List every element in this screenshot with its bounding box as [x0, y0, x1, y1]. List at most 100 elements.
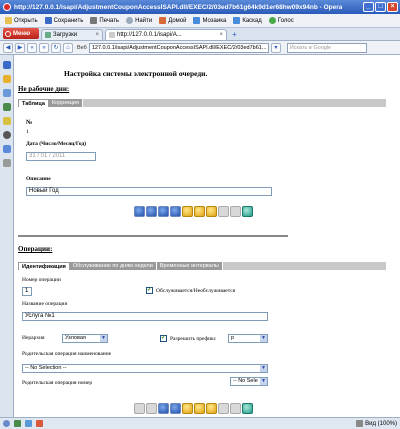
operation-number-input[interactable]: 1: [22, 287, 32, 296]
save-button[interactable]: Сохранить: [43, 17, 86, 24]
date-label: Дата (Число/Месяц/Год): [26, 141, 87, 147]
page-title: Настройка системы электронной очереди.: [64, 69, 208, 78]
operation-number-label: Номер операции: [22, 277, 61, 283]
window-controls: _ □ ×: [363, 2, 398, 12]
rewind-icon[interactable]: «: [27, 42, 37, 53]
minimize-button[interactable]: _: [363, 2, 374, 12]
tab-current-page[interactable]: http://127.0.0.1/isapi/A... ×: [105, 29, 227, 40]
home-nav-icon[interactable]: ⌂: [63, 42, 73, 53]
tab-weekday-service[interactable]: Обслуживание по дням недели: [69, 262, 157, 270]
prefix-select[interactable]: р ▼: [228, 334, 268, 343]
unite-icon[interactable]: [36, 420, 43, 427]
find-button[interactable]: Найти: [124, 17, 154, 24]
add-record-icon[interactable]: [182, 206, 193, 217]
next-record-icon[interactable]: [158, 206, 169, 217]
date-input[interactable]: 31 / 01 / 2011: [26, 152, 96, 161]
holidays-tabs: Таблица Коррекция: [18, 99, 386, 107]
page-icon: [109, 32, 115, 38]
panel-sidebar: [0, 55, 14, 417]
zoom-label: Вид (100%): [365, 420, 397, 427]
close-tab-icon[interactable]: ×: [95, 32, 99, 38]
operations-tabs: Идентификация Обслуживание по дням недел…: [18, 262, 386, 270]
close-tab-icon[interactable]: ×: [219, 32, 223, 38]
last-record-icon[interactable]: [170, 206, 181, 217]
operation-name-input[interactable]: Услуга №1: [22, 312, 268, 321]
prev-record-icon[interactable]: [146, 403, 157, 414]
delete-record-icon[interactable]: [206, 206, 217, 217]
operations-nav-buttons: [134, 403, 253, 414]
holiday-number-value: 1: [26, 129, 29, 135]
page-content: Настройка системы электронной очереди. Н…: [14, 55, 400, 417]
voice-button[interactable]: Голос: [267, 17, 296, 24]
mail-icon[interactable]: [2, 75, 11, 83]
edit-record-icon[interactable]: [194, 403, 205, 414]
description-input[interactable]: Новый Год: [26, 187, 272, 196]
prev-record-icon[interactable]: [146, 206, 157, 217]
close-window-button[interactable]: ×: [387, 2, 398, 12]
chat-icon[interactable]: [2, 103, 11, 111]
back-arrow-icon[interactable]: ◀: [3, 42, 13, 53]
parent-number-select[interactable]: -- No Sele ▼: [230, 377, 268, 386]
save-record-icon[interactable]: [218, 206, 229, 217]
tab-downloads[interactable]: Загрузки ×: [41, 29, 103, 40]
opera-o-icon: [5, 30, 11, 37]
chevron-down-icon: ▼: [100, 335, 107, 342]
holidays-heading: Не рабочие дни:: [18, 85, 70, 93]
notes-icon[interactable]: [2, 117, 11, 125]
tab-time-intervals[interactable]: Временные интервалы: [156, 262, 223, 270]
refresh-record-icon[interactable]: [242, 206, 253, 217]
reload-icon[interactable]: ↻: [51, 42, 61, 53]
zoom-control[interactable]: Вид (100%): [356, 420, 397, 427]
history-icon[interactable]: [2, 131, 11, 139]
tab-bar: Меню Загрузки × http://127.0.0.1/isapi/A…: [0, 28, 400, 41]
bookmarks-icon[interactable]: [2, 61, 11, 69]
window-titlebar: http://127.0.0.1/isapi/AdjustmentCouponA…: [0, 0, 400, 14]
sync-icon[interactable]: [25, 420, 32, 427]
url-input[interactable]: 127.0.0.1/isapi/AdjustmentCouponAccessIS…: [88, 42, 269, 53]
forward-arrow-icon[interactable]: ▶: [15, 42, 25, 53]
mosaic-button[interactable]: Мозаика: [191, 17, 228, 24]
fast-forward-icon[interactable]: »: [39, 42, 49, 53]
opera-menu-button[interactable]: Меню: [3, 28, 39, 39]
served-label: Обслуживается/Необслуживается: [156, 288, 236, 294]
cancel-record-icon[interactable]: [230, 206, 241, 217]
cascade-icon: [233, 17, 241, 24]
downloads-panel-icon[interactable]: [2, 145, 11, 153]
served-checkbox[interactable]: ✓: [146, 287, 153, 294]
cancel-record-icon[interactable]: [230, 403, 241, 414]
settings-icon[interactable]: [3, 420, 10, 427]
parent-number-label: Родительская операция номер: [22, 380, 93, 386]
folder-open-icon: [5, 17, 12, 24]
home-button[interactable]: Домой: [157, 17, 188, 24]
delete-record-icon[interactable]: [206, 403, 217, 414]
next-record-icon[interactable]: [158, 403, 169, 414]
refresh-record-icon[interactable]: [242, 403, 253, 414]
cascade-button[interactable]: Каскад: [231, 17, 263, 24]
tab-correction[interactable]: Коррекция: [48, 99, 83, 107]
open-button[interactable]: Открыть: [3, 17, 40, 24]
new-tab-button[interactable]: +: [229, 30, 240, 40]
last-record-icon[interactable]: [170, 403, 181, 414]
search-input[interactable]: Искать в Google: [286, 42, 367, 53]
hierarchy-select[interactable]: Узловая ▼: [62, 334, 108, 343]
edit-record-icon[interactable]: [194, 206, 205, 217]
holidays-nav-buttons: [134, 206, 253, 217]
save-record-icon[interactable]: [218, 403, 229, 414]
turbo-icon[interactable]: [14, 420, 21, 427]
first-record-icon[interactable]: [134, 403, 145, 414]
maximize-button[interactable]: □: [375, 2, 386, 12]
add-panel-icon[interactable]: [2, 159, 11, 167]
tab-table[interactable]: Таблица: [18, 99, 49, 107]
holiday-number-label: №: [26, 119, 33, 126]
print-button[interactable]: Печать: [88, 17, 121, 24]
parent-name-select[interactable]: -- No Selection -- ▼: [22, 364, 268, 373]
contacts-icon[interactable]: [2, 89, 11, 97]
window-title: http://127.0.0.1/isapi/AdjustmentCouponA…: [14, 3, 343, 11]
prefix-checkbox[interactable]: ✓: [160, 335, 167, 342]
add-record-icon[interactable]: [182, 403, 193, 414]
operations-heading: Операции:: [18, 245, 53, 253]
operation-name-label: Название операции: [22, 301, 68, 307]
first-record-icon[interactable]: [134, 206, 145, 217]
go-icon[interactable]: ▾: [270, 42, 281, 53]
tab-identification[interactable]: Идентификация: [18, 262, 70, 270]
